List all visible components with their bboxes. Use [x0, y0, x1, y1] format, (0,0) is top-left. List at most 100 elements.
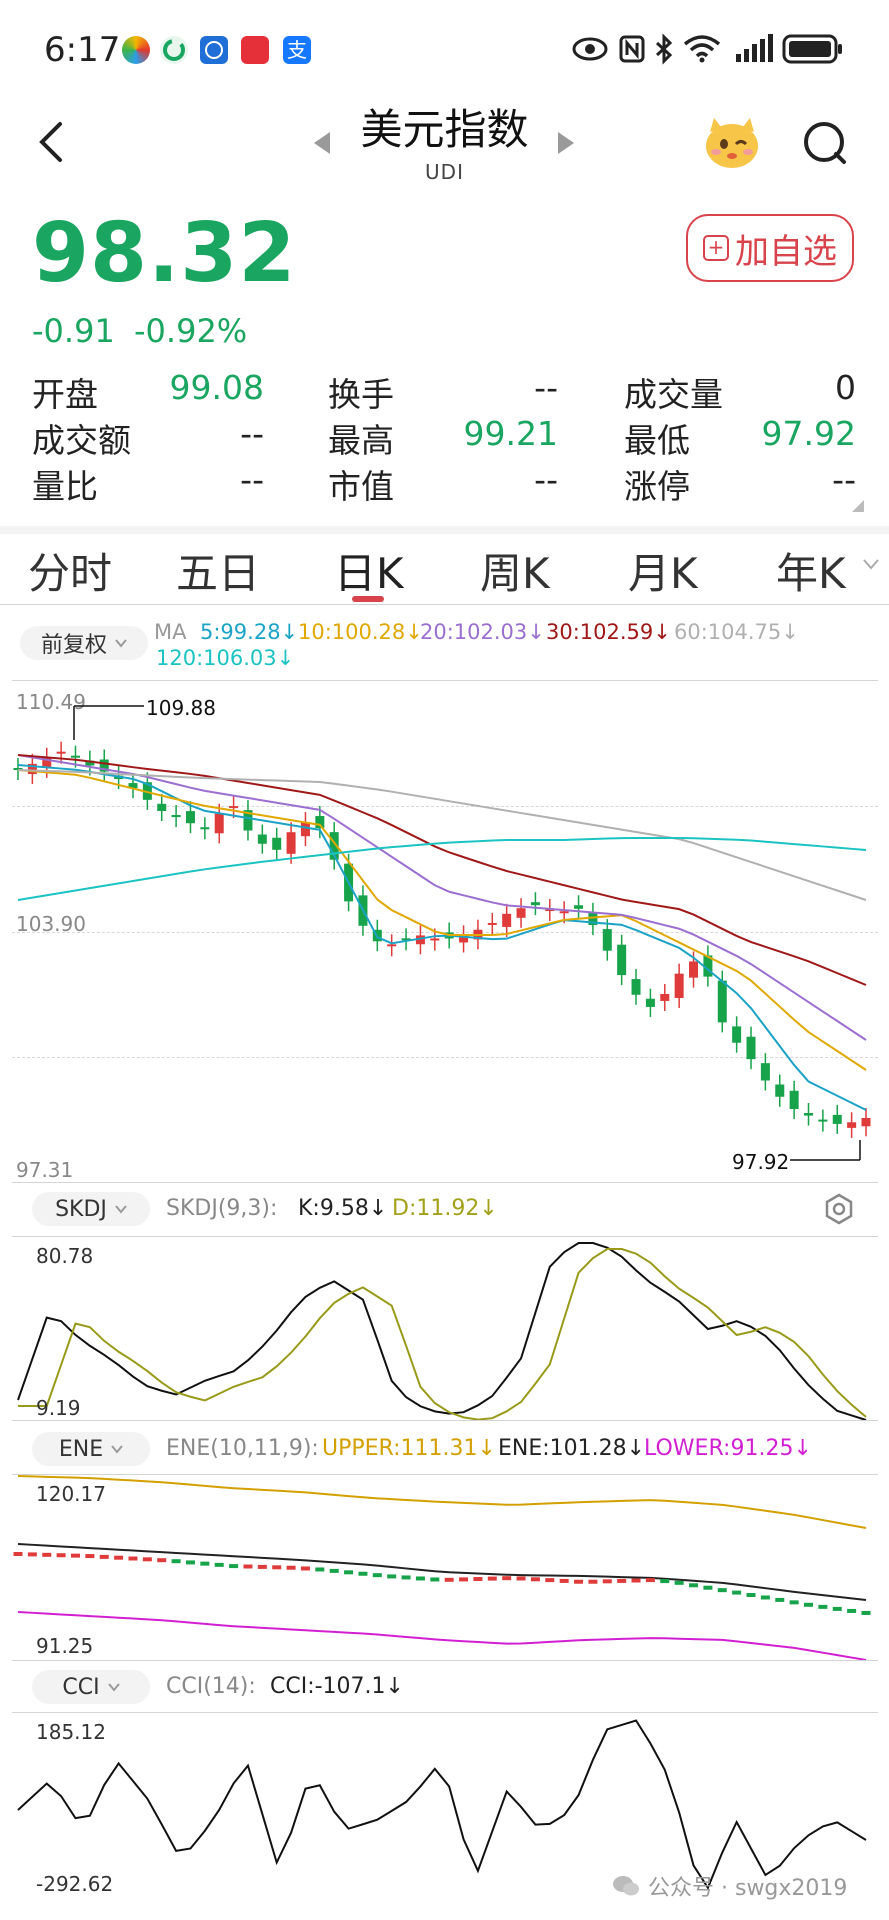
- ene-candle: [430, 1577, 440, 1582]
- candle-body: [229, 806, 239, 809]
- candle-body: [257, 834, 267, 844]
- ene-candle: [229, 1564, 239, 1569]
- ene-dropdown[interactable]: ENE: [32, 1432, 150, 1466]
- ene-y-bottom: 91.25: [36, 1634, 94, 1658]
- ene-candle: [128, 1556, 138, 1561]
- ene-params: ENE(10,11,9):: [166, 1436, 319, 1461]
- cci-border-top: [12, 1712, 878, 1713]
- candle-body: [847, 1122, 857, 1128]
- ene-candle: [56, 1553, 66, 1558]
- skdj-border-bottom: [12, 1420, 878, 1421]
- candle-body: [286, 832, 296, 854]
- ene-candle: [775, 1597, 785, 1602]
- candle-body: [775, 1084, 785, 1097]
- candle-body: [70, 755, 80, 758]
- ene-candle: [559, 1578, 569, 1583]
- candle-body: [804, 1112, 814, 1116]
- candle-body: [574, 905, 584, 909]
- ene-candle: [70, 1553, 80, 1558]
- ene-candle: [789, 1600, 799, 1605]
- chevron-down-icon: [115, 1205, 127, 1214]
- ene-candle: [171, 1559, 181, 1564]
- cci-line: [17, 1719, 867, 1890]
- ene-candle: [530, 1577, 540, 1582]
- candle-body: [502, 913, 512, 927]
- ene-candle: [329, 1568, 339, 1573]
- skdj-d-value: D:11.92↓: [392, 1196, 498, 1221]
- candle-body: [602, 929, 612, 951]
- ene-candle: [185, 1560, 195, 1565]
- chevron-down-icon: [107, 1683, 120, 1692]
- ene-candle: [847, 1608, 857, 1613]
- skdj-name: SKDJ: [55, 1196, 107, 1222]
- candle-body: [617, 944, 627, 976]
- ene-candle: [574, 1579, 584, 1584]
- skdj-y-top: 80.78: [36, 1244, 94, 1268]
- ene-candle: [760, 1595, 770, 1600]
- candle-body: [645, 998, 655, 1007]
- cci-params: CCI(14):: [166, 1674, 256, 1699]
- candle-body: [717, 980, 727, 1023]
- ene-candle: [645, 1578, 655, 1583]
- candle-body: [56, 751, 66, 754]
- settings-icon[interactable]: [822, 1192, 856, 1226]
- cci-value: CCI:-107.1↓: [270, 1674, 404, 1699]
- ene-candle: [27, 1552, 37, 1557]
- ene-candle: [804, 1602, 814, 1607]
- candle-body: [689, 961, 699, 978]
- ene-candle: [387, 1574, 397, 1579]
- ene-candle: [631, 1578, 641, 1583]
- ene-lower-line: [17, 1611, 867, 1661]
- ene-candle: [200, 1561, 210, 1566]
- candle-body: [631, 979, 641, 995]
- ene-candle: [660, 1579, 670, 1584]
- candlestick-chart[interactable]: [0, 0, 889, 1920]
- ene-candle: [300, 1566, 310, 1571]
- ene-candle: [732, 1590, 742, 1595]
- skdj-params: SKDJ(9,3):: [166, 1196, 278, 1221]
- ene-border-top: [12, 1474, 878, 1475]
- cci-dropdown[interactable]: CCI: [32, 1670, 150, 1704]
- ene-candle: [13, 1552, 23, 1556]
- ene-candle: [545, 1578, 555, 1583]
- candle-body: [530, 902, 540, 906]
- ma-line-2: [17, 769, 867, 1071]
- candle-body: [746, 1036, 756, 1060]
- candle-body: [300, 822, 310, 837]
- skdj-k-line: [17, 1242, 867, 1421]
- ene-candle: [674, 1580, 684, 1585]
- ene-candle: [746, 1593, 756, 1598]
- ene-candle: [372, 1573, 382, 1578]
- ene-name: ENE: [58, 1436, 104, 1462]
- ene-candle: [214, 1562, 224, 1567]
- skdj-y-bottom: 9.19: [36, 1396, 81, 1420]
- candle-body: [674, 973, 684, 998]
- candle-body: [387, 944, 397, 947]
- cci-y-top: 185.12: [36, 1720, 106, 1744]
- ene-candle: [703, 1585, 713, 1590]
- ene-candle: [617, 1578, 627, 1583]
- low-marker-label: 97.92: [732, 1150, 790, 1174]
- ene-candle: [315, 1567, 325, 1572]
- ene-candle: [717, 1588, 727, 1593]
- candle-body: [487, 922, 497, 925]
- chevron-down-icon: [111, 1445, 123, 1454]
- high-marker-label: 109.88: [146, 696, 216, 720]
- candle-body: [559, 911, 569, 914]
- candle-body: [185, 811, 195, 824]
- candle-body: [171, 815, 181, 818]
- ene-candle: [243, 1564, 253, 1569]
- candle-body: [832, 1114, 842, 1124]
- ene-upper-value: UPPER:111.31↓: [322, 1436, 496, 1461]
- ene-candle: [473, 1576, 483, 1581]
- ene-candle: [502, 1576, 512, 1581]
- ene-candle: [157, 1558, 167, 1563]
- ene-lower-value: LOWER:91.25↓: [644, 1436, 812, 1461]
- skdj-border-top: [12, 1236, 878, 1237]
- candle-body: [200, 827, 210, 830]
- cci-y-bottom: -292.62: [36, 1872, 114, 1896]
- skdj-k-value: K:9.58↓: [298, 1196, 388, 1221]
- candle-body: [516, 908, 526, 918]
- skdj-dropdown[interactable]: SKDJ: [32, 1192, 150, 1226]
- candle-body: [430, 938, 440, 941]
